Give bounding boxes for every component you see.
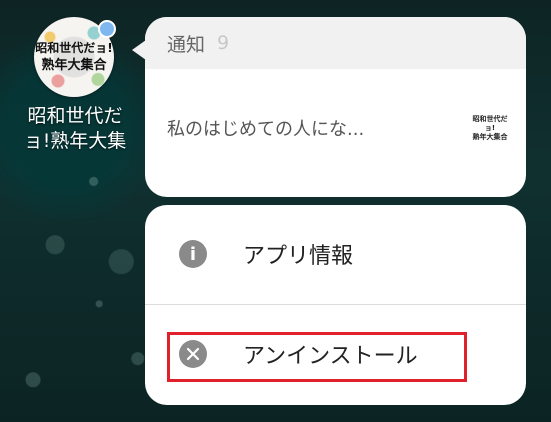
app-label: 昭和世代だ ョ!熟年大集 bbox=[10, 104, 140, 154]
notification-thumbnail: 昭和世代だョ! 熟年大集合 bbox=[470, 115, 510, 142]
notification-thumb-line1: 昭和世代だョ! bbox=[472, 114, 508, 132]
notification-count: 9 bbox=[217, 32, 230, 54]
app-logo-icon: 昭和世代だョ! 熟年大集合 bbox=[34, 39, 114, 75]
app-logo-line1: 昭和世代だョ! bbox=[35, 41, 113, 55]
notification-card[interactable]: 通知 9 私のはじめての人にな... 昭和世代だョ! 熟年大集合 bbox=[145, 17, 526, 197]
info-icon: i bbox=[179, 240, 207, 268]
app-logo-line2: 熟年大集合 bbox=[41, 58, 107, 73]
menu-item-app-info[interactable]: i アプリ情報 bbox=[145, 205, 526, 303]
app-label-line2: ョ!熟年大集 bbox=[23, 130, 127, 152]
notification-header: 通知 9 bbox=[145, 17, 526, 69]
popup-pointer bbox=[132, 40, 146, 60]
notification-thumb-line2: 熟年大集合 bbox=[472, 132, 508, 141]
notification-item[interactable]: 私のはじめての人にな... 昭和世代だョ! 熟年大集合 bbox=[145, 69, 526, 187]
highlight-frame bbox=[167, 332, 467, 382]
notification-badge-dot bbox=[98, 20, 116, 38]
notification-preview-text: 私のはじめての人にな... bbox=[167, 119, 365, 140]
app-label-line1: 昭和世代だ bbox=[27, 105, 123, 127]
menu-item-label: アプリ情報 bbox=[243, 244, 354, 269]
notification-title: 通知 bbox=[167, 33, 206, 56]
